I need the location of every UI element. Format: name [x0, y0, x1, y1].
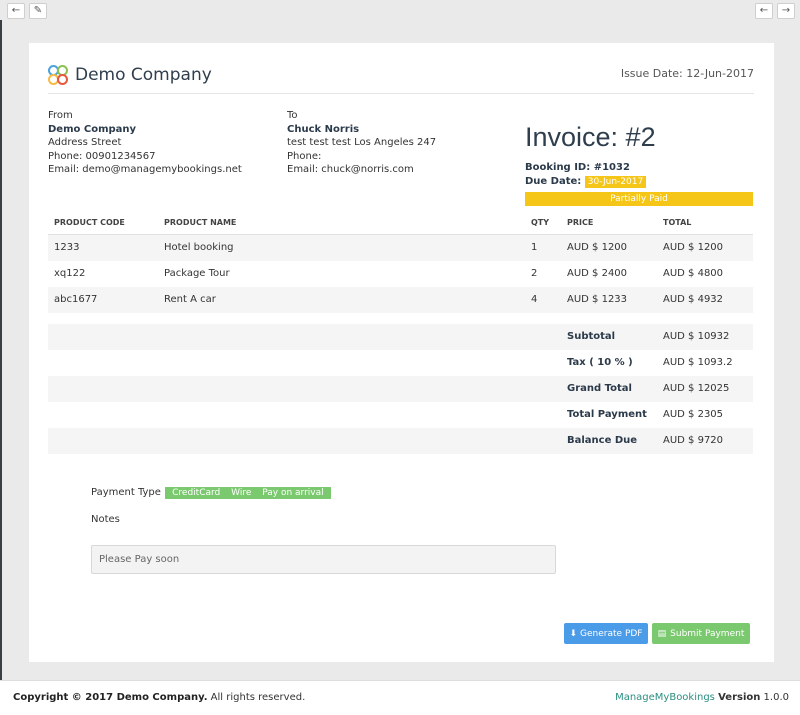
payment-type: Payment Type CreditCard Wire Pay on arri…	[91, 487, 331, 499]
totals-row: Total Payment AUD $ 2305	[48, 402, 753, 428]
product-name: Rent A car	[164, 294, 216, 305]
payment-type-badge: Wire	[231, 488, 252, 498]
totals-row: Tax ( 10 % ) AUD $ 1093.2	[48, 350, 753, 376]
table-row: 1233 Hotel booking 1 AUD $ 1200 AUD $ 12…	[48, 235, 753, 261]
notes-field[interactable]: Please Pay soon	[91, 545, 556, 574]
product-code: xq122	[54, 268, 86, 279]
subtotal-label: Subtotal	[567, 331, 616, 342]
quantity: 4	[531, 294, 538, 305]
previous-button[interactable]: ←	[755, 3, 773, 19]
subtotal-value: AUD $ 10932	[663, 331, 730, 342]
due-date-label: Due Date:	[525, 175, 582, 187]
back-button[interactable]: ←	[7, 3, 25, 19]
line-total: AUD $ 4932	[663, 294, 724, 305]
totals-row: Grand Total AUD $ 12025	[48, 376, 753, 402]
tax-label: Tax ( 10 % )	[567, 357, 633, 368]
due-date-badge: 30-Jun-2017	[584, 175, 647, 188]
to-phone: Phone:	[287, 150, 322, 162]
invoice-title: Invoice: #2	[525, 122, 656, 152]
submit-payment-label: Submit Payment	[670, 628, 745, 639]
generate-pdf-label: Generate PDF	[580, 628, 643, 639]
payment-type-badges: CreditCard Wire Pay on arrival	[165, 487, 331, 499]
to-address: To Chuck Norris test test test Los Angel…	[287, 109, 436, 177]
column-header: QTY	[531, 218, 550, 227]
credit-card-icon: ▤	[657, 628, 667, 639]
issue-date: Issue Date: 12-Jun-2017	[620, 67, 754, 80]
booking-id: Booking ID: #1032	[525, 162, 630, 173]
copyright-bold: Copyright © 2017 Demo Company.	[13, 692, 208, 703]
arrow-left-icon: ←	[11, 5, 21, 16]
totals-row: Balance Due AUD $ 9720	[48, 428, 753, 454]
total-payment-value: AUD $ 2305	[663, 409, 724, 420]
to-name: Chuck Norris	[287, 123, 360, 135]
copyright-rest: All rights reserved.	[207, 692, 306, 703]
from-email: Email: demo@managemybookings.net	[48, 164, 242, 175]
invoice-card: Demo Company Issue Date: 12-Jun-2017 Fro…	[29, 43, 774, 662]
grand-total-value: AUD $ 12025	[663, 383, 730, 394]
price: AUD $ 1233	[567, 294, 628, 305]
submit-payment-button[interactable]: ▤ Submit Payment	[652, 623, 750, 644]
brand-link[interactable]: ManageMyBookings	[615, 692, 715, 703]
product-name: Hotel booking	[164, 242, 234, 253]
line-total: AUD $ 4800	[663, 268, 724, 279]
totals-table: Subtotal AUD $ 10932 Tax ( 10 % ) AUD $ …	[48, 324, 753, 454]
line-total: AUD $ 1200	[663, 242, 724, 253]
version-number: 1.0.0	[760, 692, 789, 703]
from-name: Demo Company	[48, 123, 137, 135]
price: AUD $ 1200	[567, 242, 628, 253]
product-name: Package Tour	[164, 268, 230, 279]
totals-row: Subtotal AUD $ 10932	[48, 324, 753, 350]
balance-due-label: Balance Due	[567, 435, 638, 446]
next-button[interactable]: →	[777, 3, 795, 19]
quantity: 1	[531, 242, 538, 253]
download-icon: ⬇	[569, 628, 578, 639]
grand-total-label: Grand Total	[567, 383, 632, 394]
total-payment-label: Total Payment	[567, 409, 647, 420]
arrow-left-icon: ←	[759, 5, 769, 16]
table-row: abc1677 Rent A car 4 AUD $ 1233 AUD $ 49…	[48, 287, 753, 313]
from-street: Address Street	[48, 137, 122, 148]
company-logo	[48, 65, 70, 87]
page-footer: Copyright © 2017 Demo Company. All right…	[0, 680, 800, 715]
column-header: PRODUCT NAME	[164, 218, 237, 227]
company-name: Demo Company	[75, 65, 212, 85]
tax-value: AUD $ 1093.2	[663, 357, 733, 368]
table-header: PRODUCT CODE PRODUCT NAME QTY PRICE TOTA…	[48, 210, 753, 235]
generate-pdf-button[interactable]: ⬇ Generate PDF	[564, 623, 648, 644]
pencil-icon: ✎	[33, 5, 43, 16]
status-badge: Partially Paid	[525, 192, 753, 206]
arrow-right-icon: →	[781, 5, 791, 16]
quantity: 2	[531, 268, 538, 279]
version-label: Version	[718, 692, 761, 703]
to-label: To	[287, 110, 298, 121]
payment-type-badge: CreditCard	[172, 488, 221, 498]
payment-type-badge: Pay on arrival	[262, 488, 324, 498]
payment-type-label: Payment Type	[91, 487, 161, 498]
window-edge	[0, 20, 2, 680]
line-items-table: PRODUCT CODE PRODUCT NAME QTY PRICE TOTA…	[48, 210, 753, 313]
product-code: 1233	[54, 242, 80, 253]
invoice-meta: Booking ID: #1032 Due Date: 30-Jun-2017	[525, 161, 647, 189]
column-header: PRICE	[567, 218, 594, 227]
notes-label: Notes	[91, 514, 120, 525]
balance-due-value: AUD $ 9720	[663, 435, 724, 446]
from-address: From Demo Company Address Street Phone: …	[48, 109, 242, 177]
to-email: Email: chuck@norris.com	[287, 164, 414, 175]
from-phone: Phone: 00901234567	[48, 150, 156, 162]
invoice-header: Demo Company Issue Date: 12-Jun-2017	[48, 43, 754, 94]
table-row: xq122 Package Tour 2 AUD $ 2400 AUD $ 48…	[48, 261, 753, 287]
copyright: Copyright © 2017 Demo Company. All right…	[13, 692, 305, 703]
column-header: PRODUCT CODE	[54, 218, 125, 227]
product-code: abc1677	[54, 294, 98, 305]
from-label: From	[48, 110, 73, 121]
version-info: ManageMyBookings Version 1.0.0	[615, 692, 789, 703]
to-street: test test test Los Angeles 247	[287, 137, 437, 148]
column-header: TOTAL	[663, 218, 692, 227]
price: AUD $ 2400	[567, 268, 628, 279]
edit-button[interactable]: ✎	[29, 3, 47, 19]
